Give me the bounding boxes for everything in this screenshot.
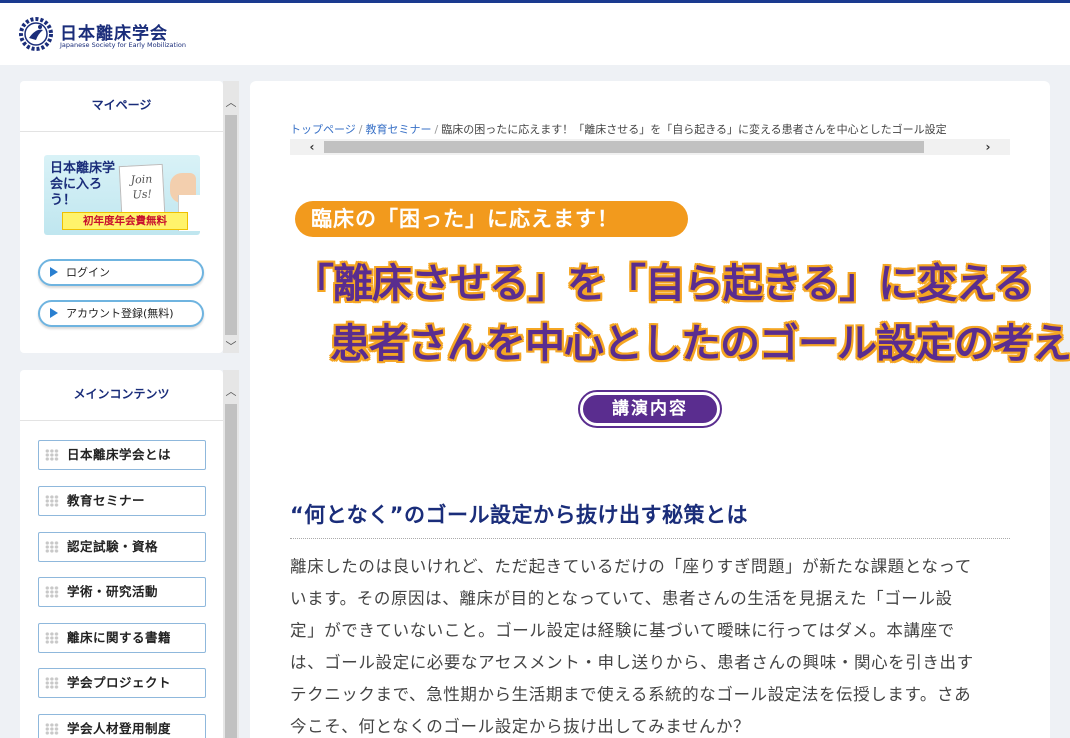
banner-footer: 初年度年会費無料 (62, 212, 188, 230)
main-content-panel: トップページ / 教育セミナー / 臨床の困ったに応えます！「離床させる」を「自ら起きる… (250, 81, 1070, 738)
main-contents-scrollbar[interactable]: ︿ (223, 370, 239, 738)
menu-item-certification[interactable]: 認定試験・資格 (38, 532, 206, 562)
chevron-right-icon[interactable]: › (980, 139, 996, 155)
scrollbar-thumb[interactable] (324, 141, 924, 153)
chevron-down-icon[interactable]: ﹀ (223, 339, 239, 355)
breadcrumb: トップページ / 教育セミナー / 臨床の困ったに応えます！「離床させる」を「自ら起きる… (290, 121, 1010, 137)
chevron-left-icon[interactable]: ‹ (304, 139, 320, 155)
scrollbar-thumb[interactable] (225, 404, 237, 738)
dots-grid-icon (45, 541, 59, 553)
menu-item-label: 学術・研究活動 (67, 584, 159, 599)
menu-item-books[interactable]: 離床に関する書籍 (38, 623, 206, 653)
dots-grid-icon (45, 495, 59, 507)
breadcrumb-home-link[interactable]: トップページ (290, 123, 356, 136)
dots-grid-icon (45, 449, 59, 461)
hero-title-line2: 患者さんを中心としたのゴール設定の考え方 (330, 320, 1070, 367)
logo-english-name: Japanese Society for Early Mobilization (60, 41, 186, 49)
main-contents-title: メインコンテンツ (20, 370, 223, 421)
mypage-scrollbar[interactable]: ︿ ﹀ (223, 81, 239, 353)
banner-card: Join Us! (118, 163, 166, 217)
play-arrow-icon (50, 267, 58, 277)
menu-item-label: 日本離床学会とは (67, 447, 172, 462)
breadcrumb-seminar-link[interactable]: 教育セミナー (366, 123, 432, 136)
site-header: 日本離床学会 Japanese Society for Early Mobili… (0, 3, 1070, 65)
hero-title-line1: 「離床させる」を「自ら起きる」に変える (294, 260, 1034, 307)
menu-item-projects[interactable]: 学会プロジェクト (38, 668, 206, 698)
menu-item-seminar[interactable]: 教育セミナー (38, 486, 206, 516)
menu-item-research[interactable]: 学術・研究活動 (38, 577, 206, 607)
section-heading: “何となく”のゴール設定から抜け出す秘策とは (290, 499, 1010, 539)
mypage-title: マイページ (20, 81, 223, 132)
menu-item-label: 離床に関する書籍 (67, 630, 172, 645)
menu-item-label: 学会プロジェクト (67, 675, 172, 690)
menu-item-label: 認定試験・資格 (67, 539, 159, 554)
site-logo[interactable]: 日本離床学会 Japanese Society for Early Mobili… (18, 16, 218, 56)
banner-text: 日本離床学会に入ろう！ (50, 161, 116, 208)
register-button[interactable]: アカウント登録(無料) (38, 300, 204, 327)
register-label: アカウント登録(無料) (66, 307, 174, 320)
main-contents-box: メインコンテンツ 日本離床学会とは 教育セミナー 認定試験・資格 学術・研究活動… (20, 370, 223, 738)
mypage-box: マイページ 日本離床学会に入ろう！ Join Us! 初年度年会費無料 ログイン… (20, 81, 223, 353)
login-button[interactable]: ログイン (38, 259, 204, 286)
menu-item-about[interactable]: 日本離床学会とは (38, 440, 206, 470)
dots-grid-icon (45, 723, 59, 735)
dots-grid-icon (45, 586, 59, 598)
body-line: 離床したのは良いけれど、ただ起きているだけの「座りすぎ問題」が新たな課題となって (290, 557, 972, 576)
menu-item-recruitment[interactable]: 学会人材登用制度 (38, 714, 206, 738)
chevron-up-icon[interactable]: ︿ (223, 95, 239, 111)
hero-tagline: 臨床の「困った」に応えます！ (295, 201, 688, 237)
breadcrumb-current: 臨床の困ったに応えます！「離床させる」を「自ら起きる」に変える患者さんを中心とし… (441, 123, 947, 136)
login-label: ログイン (66, 266, 110, 279)
scrollbar-thumb[interactable] (225, 115, 237, 335)
menu-item-label: 学会人材登用制度 (67, 721, 172, 736)
chevron-up-icon[interactable]: ︿ (223, 384, 239, 400)
breadcrumb-scrollbar[interactable]: ‹ › (290, 139, 1010, 155)
body-line: 今こそ、何となくのゴール設定から抜け出してみませんか？ (290, 717, 751, 736)
body-line: 定」ができていないこと。ゴール設定は経験に基づいて曖昧に行ってはダメ。本講座で (290, 621, 955, 640)
dots-grid-icon (45, 677, 59, 689)
lecture-content-badge: 講演内容 (578, 390, 722, 428)
gear-emblem-icon (19, 17, 53, 51)
menu-item-label: 教育セミナー (67, 493, 146, 508)
body-line: テクニックまで、急性期から生活期まで使える系統的なゴール設定法を伝授します。さあ (290, 685, 972, 704)
section-body: 離床したのは良いけれど、ただ起きているだけの「座りすぎ問題」が新たな課題となって… (290, 551, 1008, 738)
breadcrumb-separator: / (358, 123, 363, 136)
join-banner[interactable]: 日本離床学会に入ろう！ Join Us! 初年度年会費無料 (44, 155, 200, 235)
body-line: います。その原因は、離床が目的となっていて、患者さんの生活を見据えた「ゴール設 (290, 589, 953, 608)
play-arrow-icon (50, 308, 58, 318)
breadcrumb-separator: / (434, 123, 439, 136)
dots-grid-icon (45, 632, 59, 644)
body-line: は、ゴール設定に必要なアセスメント・申し送りから、患者さんの興味・関心を引き出す (290, 653, 974, 672)
